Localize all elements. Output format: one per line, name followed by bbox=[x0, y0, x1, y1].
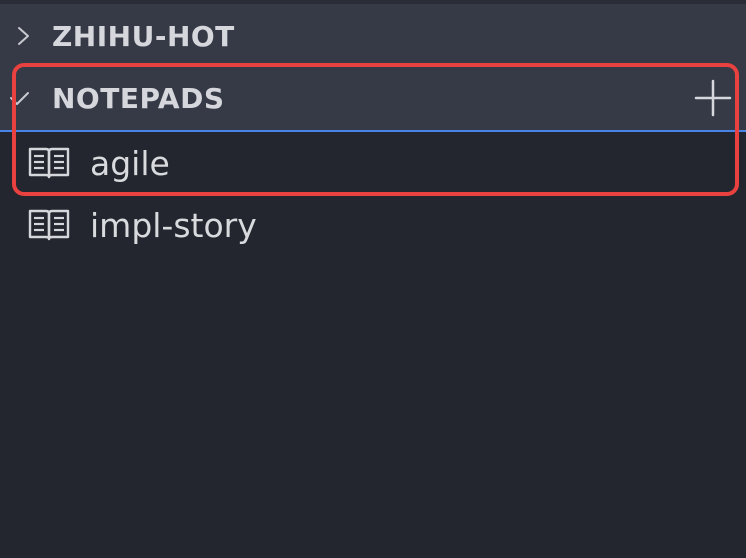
explorer-panel: ZHIHU-HOT NOTEPADS agile impl-story bbox=[0, 0, 746, 558]
plus-icon[interactable] bbox=[694, 79, 732, 117]
section-title: NOTEPADS bbox=[52, 81, 225, 115]
check-chevron-down-icon bbox=[10, 92, 29, 105]
section-title: ZHIHU-HOT bbox=[52, 19, 235, 53]
book-open-icon bbox=[28, 147, 70, 179]
notepad-item-impl-story[interactable]: impl-story bbox=[0, 194, 746, 256]
section-header-notepads[interactable]: NOTEPADS bbox=[0, 66, 746, 130]
book-open-icon bbox=[28, 209, 70, 241]
notepad-item-label: impl-story bbox=[90, 205, 257, 245]
section-header-zhihu-hot[interactable]: ZHIHU-HOT bbox=[0, 4, 746, 68]
notepad-item-agile[interactable]: agile bbox=[0, 132, 746, 194]
notepad-item-label: agile bbox=[90, 143, 170, 183]
chevron-right-icon bbox=[18, 27, 29, 45]
